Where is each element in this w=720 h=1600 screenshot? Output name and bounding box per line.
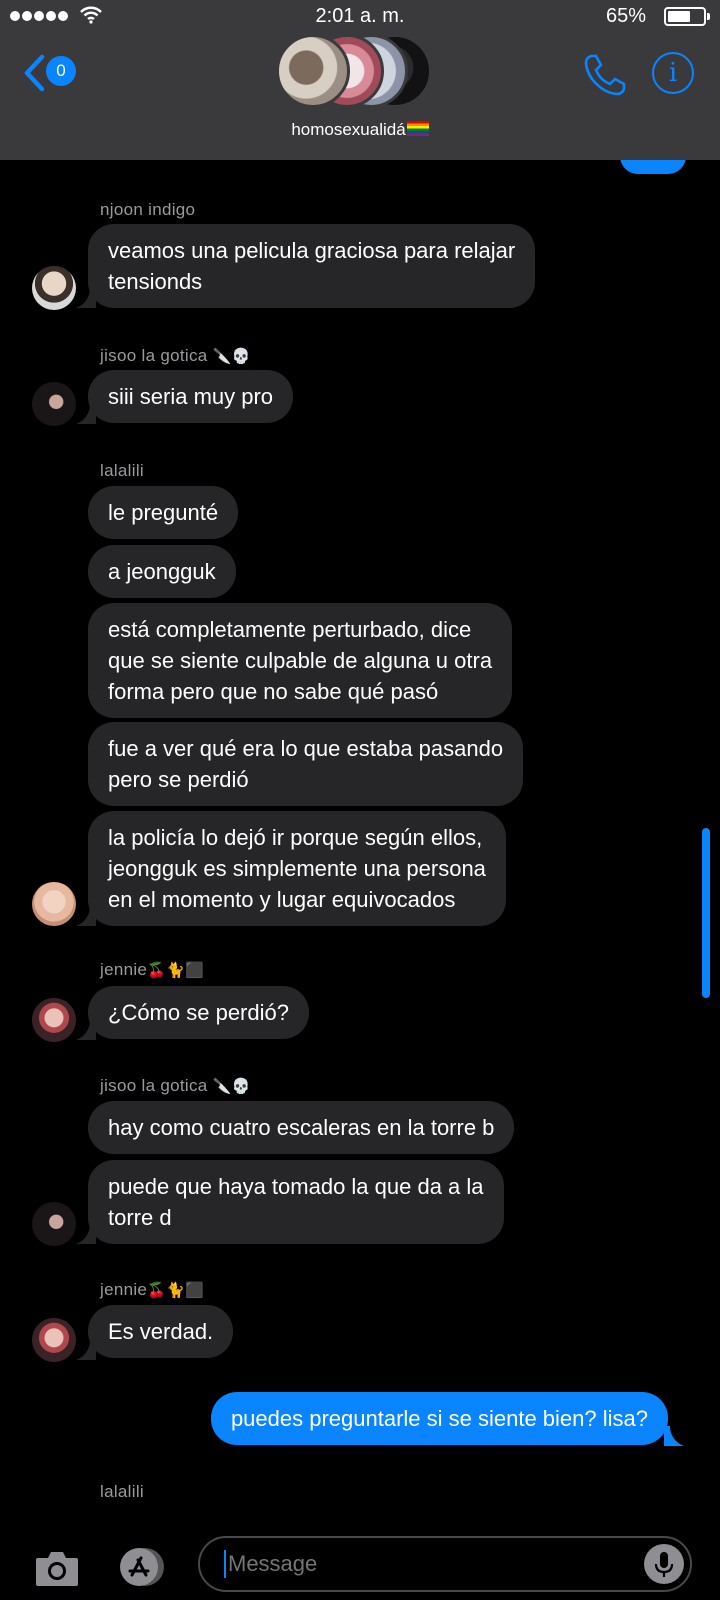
avatar[interactable]: [32, 1202, 76, 1246]
battery-percentage: 65%: [605, 5, 646, 27]
battery-icon: [664, 7, 710, 26]
bubble-tail: [664, 1426, 684, 1446]
avatar[interactable]: [32, 998, 76, 1042]
bubble-tail: [76, 404, 96, 424]
microphone-icon[interactable]: [644, 1544, 684, 1584]
message-bubble[interactable]: le pregunté: [88, 486, 239, 539]
sender-name: jennie🍒🐈⬛: [100, 1280, 205, 1299]
scrollbar[interactable]: [702, 828, 710, 998]
rainbow-flag-icon: [406, 121, 429, 136]
info-icon[interactable]: i: [652, 52, 694, 94]
sender-name: jennie🍒🐈⬛: [100, 960, 205, 979]
bubble-tail: [76, 288, 96, 308]
message-bubble[interactable]: siii seria muy pro: [88, 370, 294, 423]
text-cursor: [224, 1550, 226, 1578]
group-name[interactable]: homosexualidá: [0, 120, 720, 140]
group-avatar-stack[interactable]: [276, 32, 440, 110]
message-bubble[interactable]: está completamente perturbado, dice que …: [88, 603, 513, 718]
group-member-avatar: [276, 34, 350, 108]
app-store-icon[interactable]: [114, 1546, 166, 1588]
message-bubble[interactable]: Es verdad.: [88, 1305, 234, 1358]
phone-call-icon[interactable]: [582, 52, 628, 98]
bubble-tail: [76, 1224, 96, 1244]
sender-name: jisoo la gotica 🔪💀: [100, 1076, 251, 1095]
conversation-header: 0 homosexualidá i: [0, 32, 720, 160]
avatar[interactable]: [32, 266, 76, 310]
message-thread[interactable]: njoon indigo veamos una pelicula gracios…: [0, 160, 720, 1530]
message-bubble[interactable]: veamos una pelicula graciosa para relaja…: [88, 224, 536, 308]
message-bubble[interactable]: puede que haya tomado la que da a la tor…: [88, 1160, 504, 1244]
bubble-tail: [76, 906, 96, 926]
unread-count-badge: 0: [46, 56, 76, 86]
message-bubble[interactable]: ¿Cómo se perdió?: [88, 986, 309, 1039]
sender-name: jisoo la gotica 🔪💀: [100, 346, 251, 365]
message-bubble[interactable]: a jeongguk: [88, 545, 236, 598]
avatar[interactable]: [32, 882, 76, 926]
bubble-tail: [76, 1340, 96, 1360]
camera-icon[interactable]: [34, 1548, 80, 1588]
avatar[interactable]: [32, 1318, 76, 1362]
status-bar: 2:01 a. m. 65%: [0, 0, 720, 32]
message-bubble[interactable]: hay como cuatro escaleras en la torre b: [88, 1101, 515, 1154]
bubble-tail: [76, 1020, 96, 1040]
message-input[interactable]: [198, 1536, 692, 1592]
sender-name: njoon indigo: [100, 200, 196, 219]
message-bubble-outgoing[interactable]: puedes preguntarle si se siente bien? li…: [210, 1392, 668, 1445]
message-composer: [0, 1530, 720, 1600]
message-bubble-outgoing[interactable]: [620, 160, 686, 174]
message-bubble[interactable]: fue a ver qué era lo que estaba pasando …: [88, 722, 524, 806]
chevron-left-icon: [24, 54, 45, 92]
back-button[interactable]: 0: [22, 52, 82, 94]
message-bubble[interactable]: la policía lo dejó ir porque según ellos…: [88, 811, 506, 926]
sender-name: lalalili: [100, 1482, 144, 1501]
sender-name: lalalili: [100, 461, 144, 480]
avatar[interactable]: [32, 382, 76, 426]
